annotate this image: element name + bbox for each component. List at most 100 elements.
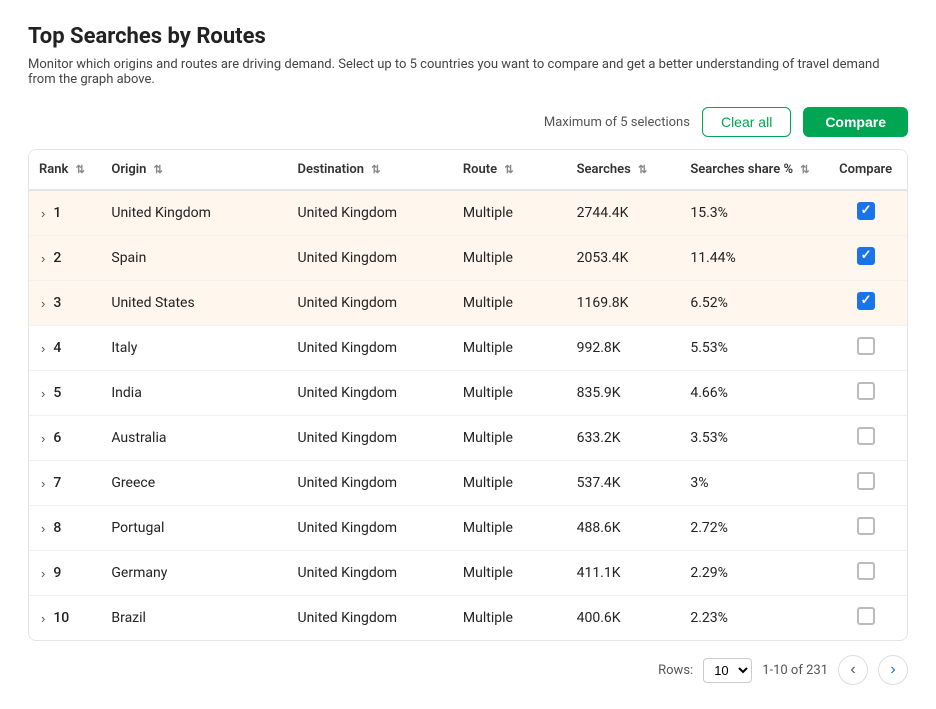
rank-number-4: 4: [53, 340, 61, 356]
route-cell-6: Multiple: [453, 416, 567, 461]
compare-cell-2[interactable]: [824, 236, 907, 281]
searches-cell-10: 400.6K: [567, 596, 681, 641]
compare-cell-10[interactable]: [824, 596, 907, 641]
compare-cell-7[interactable]: [824, 461, 907, 506]
compare-checkbox-7[interactable]: [857, 472, 875, 490]
rank-number-1: 1: [53, 205, 61, 221]
expand-row-1-button[interactable]: ›: [39, 206, 47, 221]
page-title: Top Searches by Routes: [28, 24, 908, 49]
compare-cell-1[interactable]: [824, 190, 907, 236]
page-subtitle: Monitor which origins and routes are dri…: [28, 57, 908, 87]
route-sort-icon: ⇅: [504, 163, 513, 176]
rank-number-6: 6: [53, 430, 61, 446]
rank-number-8: 8: [53, 520, 61, 536]
col-header-route[interactable]: Route ⇅: [453, 150, 567, 190]
rank-number-5: 5: [53, 385, 61, 401]
origin-cell-6: Australia: [101, 416, 287, 461]
share-cell-2: 11.44%: [680, 236, 824, 281]
destination-cell-2: United Kingdom: [287, 236, 452, 281]
searches-cell-1: 2744.4K: [567, 190, 681, 236]
origin-cell-4: Italy: [101, 326, 287, 371]
route-cell-1: Multiple: [453, 190, 567, 236]
compare-checkbox-6[interactable]: [857, 427, 875, 445]
table-row: › 4 ItalyUnited KingdomMultiple992.8K5.5…: [29, 326, 907, 371]
share-cell-3: 6.52%: [680, 281, 824, 326]
col-header-rank[interactable]: Rank ⇅: [29, 150, 101, 190]
share-cell-9: 2.29%: [680, 551, 824, 596]
origin-cell-10: Brazil: [101, 596, 287, 641]
compare-checkbox-8[interactable]: [857, 517, 875, 535]
expand-row-3-button[interactable]: ›: [39, 296, 47, 311]
rank-number-3: 3: [53, 295, 61, 311]
origin-cell-8: Portugal: [101, 506, 287, 551]
share-cell-8: 2.72%: [680, 506, 824, 551]
rank-cell-6: › 6: [29, 416, 101, 461]
origin-cell-9: Germany: [101, 551, 287, 596]
compare-checkbox-3[interactable]: [857, 292, 875, 310]
compare-checkbox-2[interactable]: [857, 247, 875, 265]
searches-cell-7: 537.4K: [567, 461, 681, 506]
origin-sort-icon: ⇅: [154, 163, 163, 176]
searches-cell-9: 411.1K: [567, 551, 681, 596]
route-cell-3: Multiple: [453, 281, 567, 326]
rank-cell-5: › 5: [29, 371, 101, 416]
rank-number-9: 9: [53, 565, 61, 581]
table-footer: Rows: 10 25 50 1-10 of 231 ‹ ›: [28, 655, 908, 685]
max-selections-label: Maximum of 5 selections: [544, 115, 690, 130]
rank-cell-8: › 8: [29, 506, 101, 551]
col-header-destination[interactable]: Destination ⇅: [287, 150, 452, 190]
rank-cell-9: › 9: [29, 551, 101, 596]
destination-cell-8: United Kingdom: [287, 506, 452, 551]
compare-cell-8[interactable]: [824, 506, 907, 551]
table-body: › 1 United KingdomUnited KingdomMultiple…: [29, 190, 907, 640]
table-row: › 6 AustraliaUnited KingdomMultiple633.2…: [29, 416, 907, 461]
rank-cell-10: › 10: [29, 596, 101, 641]
compare-checkbox-9[interactable]: [857, 562, 875, 580]
searches-cell-4: 992.8K: [567, 326, 681, 371]
expand-row-8-button[interactable]: ›: [39, 521, 47, 536]
compare-cell-5[interactable]: [824, 371, 907, 416]
destination-cell-4: United Kingdom: [287, 326, 452, 371]
compare-cell-3[interactable]: [824, 281, 907, 326]
table-row: › 3 United StatesUnited KingdomMultiple1…: [29, 281, 907, 326]
destination-cell-1: United Kingdom: [287, 190, 452, 236]
expand-row-10-button[interactable]: ›: [39, 611, 47, 626]
searches-cell-8: 488.6K: [567, 506, 681, 551]
col-header-origin[interactable]: Origin ⇅: [101, 150, 287, 190]
origin-cell-5: India: [101, 371, 287, 416]
compare-checkbox-5[interactable]: [857, 382, 875, 400]
route-cell-5: Multiple: [453, 371, 567, 416]
route-cell-7: Multiple: [453, 461, 567, 506]
col-header-share[interactable]: Searches share % ⇅: [680, 150, 824, 190]
compare-cell-9[interactable]: [824, 551, 907, 596]
expand-row-9-button[interactable]: ›: [39, 566, 47, 581]
destination-sort-icon: ⇅: [371, 163, 380, 176]
next-page-button[interactable]: ›: [878, 655, 908, 685]
rank-number-7: 7: [53, 475, 61, 491]
rows-per-page-select[interactable]: 10 25 50: [703, 658, 752, 683]
compare-checkbox-4[interactable]: [857, 337, 875, 355]
destination-cell-3: United Kingdom: [287, 281, 452, 326]
expand-row-6-button[interactable]: ›: [39, 431, 47, 446]
expand-row-7-button[interactable]: ›: [39, 476, 47, 491]
rank-cell-1: › 1: [29, 190, 101, 236]
compare-checkbox-1[interactable]: [857, 202, 875, 220]
compare-cell-4[interactable]: [824, 326, 907, 371]
compare-button[interactable]: Compare: [803, 107, 908, 137]
expand-row-2-button[interactable]: ›: [39, 251, 47, 266]
searches-cell-3: 1169.8K: [567, 281, 681, 326]
destination-cell-5: United Kingdom: [287, 371, 452, 416]
clear-all-button[interactable]: Clear all: [702, 107, 791, 137]
table-header-row: Rank ⇅ Origin ⇅ Destination ⇅ Route ⇅ Se…: [29, 150, 907, 190]
rank-sort-icon: ⇅: [76, 163, 85, 176]
expand-row-5-button[interactable]: ›: [39, 386, 47, 401]
share-sort-icon: ⇅: [800, 163, 809, 176]
col-header-searches[interactable]: Searches ⇅: [567, 150, 681, 190]
prev-page-button[interactable]: ‹: [838, 655, 868, 685]
route-cell-10: Multiple: [453, 596, 567, 641]
col-header-compare: Compare: [824, 150, 907, 190]
expand-row-4-button[interactable]: ›: [39, 341, 47, 356]
rows-label: Rows:: [658, 663, 693, 678]
compare-cell-6[interactable]: [824, 416, 907, 461]
rank-number-10: 10: [53, 610, 69, 626]
